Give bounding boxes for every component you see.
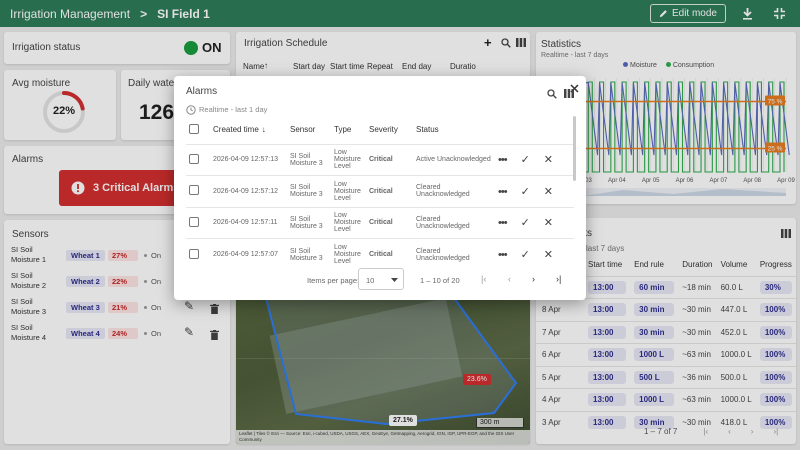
alarms-column-header[interactable]: Status bbox=[413, 116, 495, 144]
alarm-created-time: 2026-04-09 12:57:07 bbox=[210, 238, 287, 270]
acknowledge-icon[interactable]: ✓ bbox=[521, 249, 530, 261]
alarms-dialog: Alarms Realtime - last 1 day Created tim… bbox=[174, 76, 586, 300]
clear-alarm-icon[interactable]: ✕ bbox=[544, 154, 553, 166]
last-page-icon[interactable]: ›| bbox=[556, 274, 561, 284]
alarm-type: Low Moisture Level bbox=[331, 143, 366, 176]
clear-alarm-icon[interactable]: ✕ bbox=[544, 249, 553, 261]
alarm-status: Active Unacknowledged bbox=[413, 143, 495, 176]
alarms-table: Created time ↓ Sensor Type Severity Status 202… bbox=[186, 116, 574, 270]
items-per-page-select[interactable]: 10 bbox=[358, 268, 404, 290]
alarm-sensor: SI Soil Moisture 3 bbox=[287, 206, 331, 239]
acknowledge-icon[interactable]: ✓ bbox=[521, 186, 530, 198]
table-row[interactable]: 2026-04-09 12:57:11 SI Soil Moisture 3 Low… bbox=[186, 206, 574, 239]
alarm-status: Cleared Unacknowledged bbox=[413, 238, 495, 270]
alarm-status: Cleared Unacknowledged bbox=[413, 206, 495, 239]
first-page-icon[interactable]: |‹ bbox=[481, 274, 486, 284]
alarm-created-time: 2026-04-09 12:57:12 bbox=[210, 175, 287, 207]
alarms-column-header[interactable]: Sensor bbox=[287, 116, 331, 144]
alarm-created-time: 2026-04-09 12:57:11 bbox=[210, 206, 287, 239]
alarm-severity: Critical bbox=[366, 238, 413, 270]
more-options-icon[interactable]: ••• bbox=[498, 217, 508, 229]
more-options-icon[interactable]: ••• bbox=[498, 154, 508, 166]
alarms-range: 1 – 10 of 20 bbox=[420, 276, 460, 285]
row-checkbox[interactable] bbox=[189, 153, 199, 164]
row-checkbox[interactable] bbox=[189, 248, 199, 259]
alarm-severity: Critical bbox=[366, 175, 413, 207]
scrollbar[interactable] bbox=[573, 116, 576, 181]
alarms-header-row: Created time ↓ Sensor Type Severity Status bbox=[186, 116, 574, 144]
clock-icon bbox=[186, 105, 196, 115]
sort-arrow-down-icon: ↓ bbox=[261, 125, 266, 135]
alarms-column-header[interactable]: Type bbox=[331, 116, 366, 144]
alarm-sensor: SI Soil Moisture 3 bbox=[287, 238, 331, 270]
alarm-type: Low Moisture Level bbox=[331, 175, 366, 207]
alarms-dialog-subtitle: Realtime - last 1 day bbox=[199, 105, 268, 114]
alarms-column-header[interactable]: Created time ↓ bbox=[210, 116, 287, 144]
alarms-dialog-title: Alarms bbox=[186, 86, 218, 97]
row-checkbox[interactable] bbox=[189, 185, 199, 196]
prev-page-icon[interactable]: ‹ bbox=[508, 274, 511, 284]
table-row[interactable]: 2026-04-09 12:57:13 SI Soil Moisture 3 Low… bbox=[186, 143, 574, 176]
alarms-column-header[interactable]: Severity bbox=[366, 116, 413, 144]
table-row[interactable]: 2026-04-09 12:57:07 SI Soil Moisture 3 Low… bbox=[186, 238, 574, 270]
alarm-type: Low Moisture Level bbox=[331, 206, 366, 239]
dropdown-arrow-icon bbox=[391, 278, 398, 282]
next-page-icon[interactable]: › bbox=[532, 274, 535, 284]
clear-alarm-icon[interactable]: ✕ bbox=[544, 186, 553, 198]
alarm-type: Low Moisture Level bbox=[331, 238, 366, 270]
alarms-pagination: Items per page: 10 1 – 10 of 20 |‹ ‹ › ›… bbox=[174, 268, 586, 292]
acknowledge-icon[interactable]: ✓ bbox=[521, 154, 530, 166]
table-row[interactable]: 2026-04-09 12:57:12 SI Soil Moisture 3 Low… bbox=[186, 175, 574, 207]
alarm-severity: Critical bbox=[366, 206, 413, 239]
more-options-icon[interactable]: ••• bbox=[498, 186, 508, 198]
more-options-icon[interactable]: ••• bbox=[498, 249, 508, 261]
clear-alarm-icon[interactable]: ✕ bbox=[544, 217, 553, 229]
alarm-status: Cleared Unacknowledged bbox=[413, 175, 495, 207]
row-checkbox[interactable] bbox=[189, 216, 199, 227]
alarm-sensor: SI Soil Moisture 3 bbox=[287, 143, 331, 176]
columns-icon[interactable] bbox=[564, 89, 574, 98]
alarm-sensor: SI Soil Moisture 3 bbox=[287, 175, 331, 207]
items-per-page-label: Items per page: bbox=[307, 276, 360, 285]
alarm-created-time: 2026-04-09 12:57:13 bbox=[210, 143, 287, 176]
select-all-checkbox[interactable] bbox=[189, 123, 199, 134]
search-icon[interactable] bbox=[547, 89, 557, 99]
alarm-severity: Critical bbox=[366, 143, 413, 176]
acknowledge-icon[interactable]: ✓ bbox=[521, 217, 530, 229]
